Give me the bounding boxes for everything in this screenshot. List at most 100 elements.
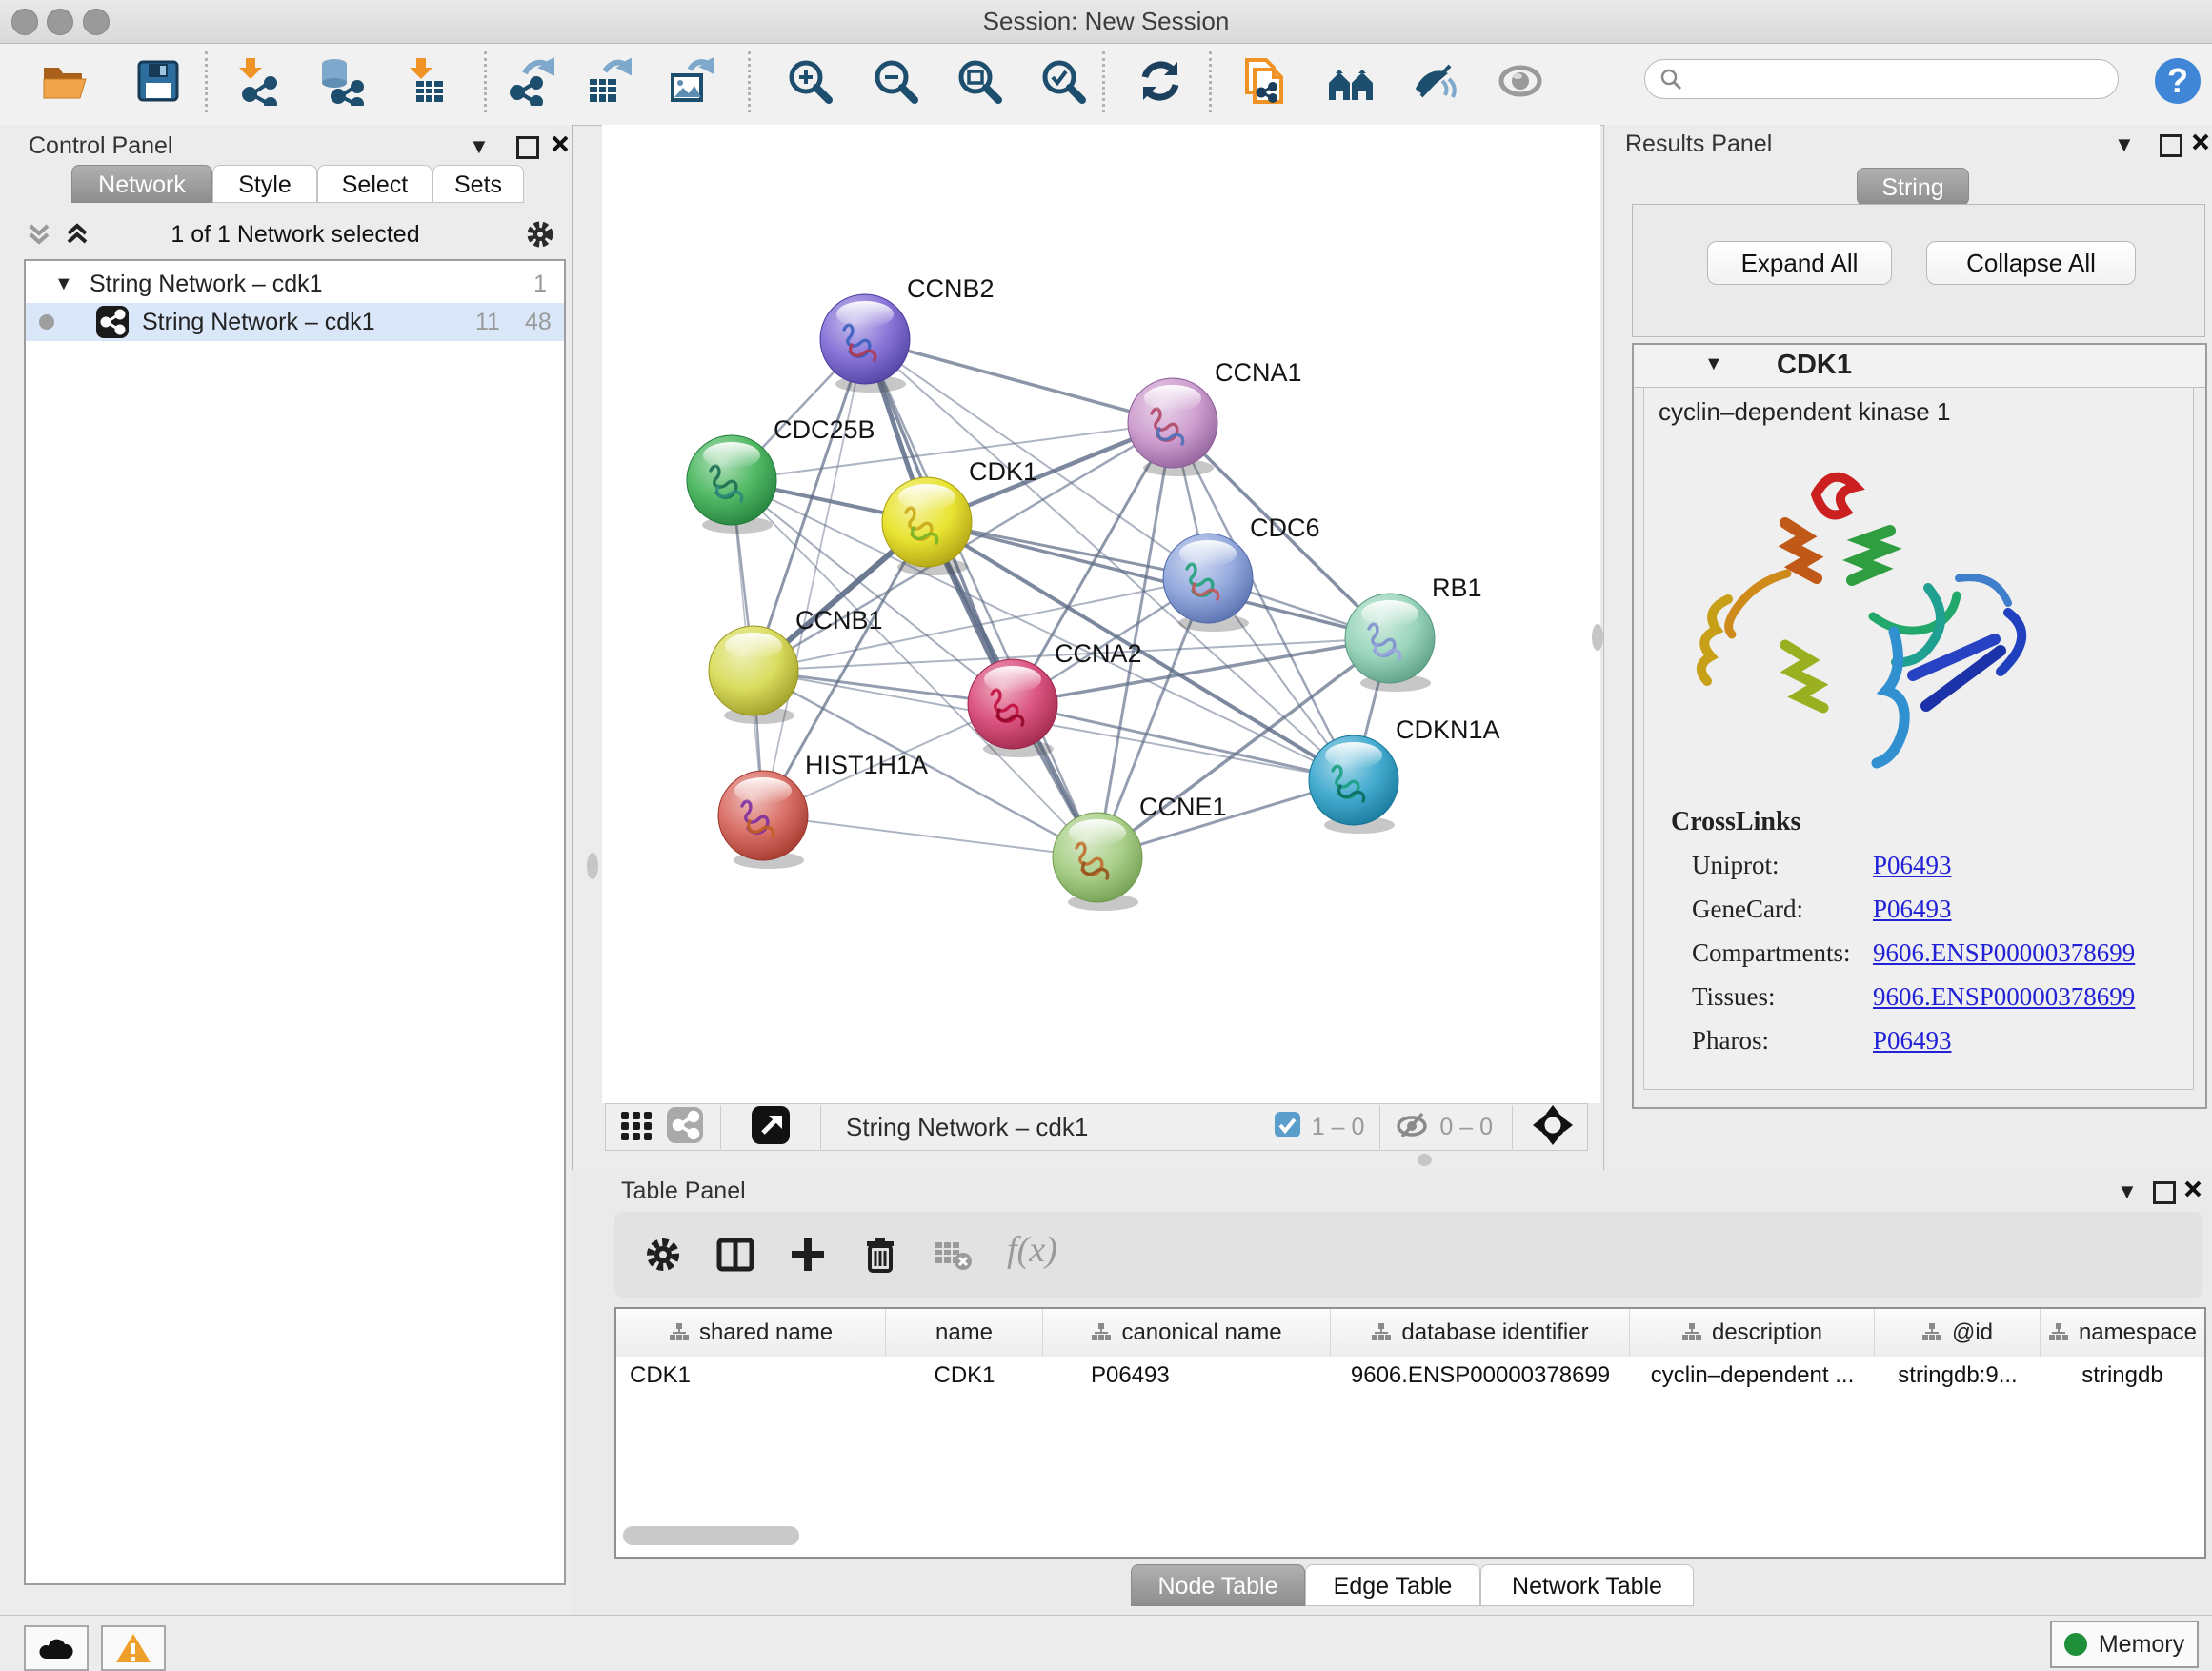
export-table-icon[interactable] — [580, 50, 633, 112]
expand-all-button[interactable]: Expand All — [1707, 241, 1892, 285]
open-in-window-icon[interactable] — [752, 1106, 790, 1149]
table-cell[interactable]: CDK1 — [886, 1357, 1043, 1395]
import-table-icon[interactable] — [399, 50, 452, 112]
expand-all-networks-icon[interactable] — [65, 220, 90, 253]
help-icon[interactable]: ? — [2151, 50, 2204, 112]
search-field[interactable] — [1683, 65, 2087, 93]
network-graph[interactable]: CCNB2CCNA1CDC25BCDK1CDC6RB1CCNB1CCNA2CDK… — [602, 125, 1600, 1103]
network-node-rb1[interactable]: RB1 — [1345, 574, 1482, 692]
new-network-from-selection-icon[interactable] — [1237, 50, 1291, 112]
tab-sets[interactable]: Sets — [432, 165, 524, 203]
tab-node-table[interactable]: Node Table — [1131, 1564, 1305, 1606]
edge-count: 48 — [525, 303, 552, 341]
network-view-canvas[interactable]: CCNB2CCNA1CDC25BCDK1CDC6RB1CCNB1CCNA2CDK… — [602, 125, 1600, 1103]
results-panel-close-icon[interactable] — [2191, 132, 2210, 156]
string-style-icon[interactable] — [667, 1107, 703, 1148]
table-cell[interactable]: stringdb — [2041, 1357, 2204, 1395]
open-session-icon[interactable] — [38, 50, 91, 112]
collapse-all-button[interactable]: Collapse All — [1926, 241, 2136, 285]
gene-description: cyclin–dependent kinase 1 — [1659, 397, 1950, 427]
network-node-ccna1[interactable]: CCNA1 — [1128, 358, 1302, 476]
horizontal-splitter-handle[interactable] — [1418, 1154, 1432, 1166]
table-cell[interactable]: cyclin–dependent ... — [1630, 1357, 1875, 1395]
pan-crosshair-icon[interactable] — [1532, 1104, 1574, 1151]
hide-selection-icon[interactable] — [1408, 50, 1461, 112]
tree-expand-icon[interactable]: ▼ — [54, 265, 73, 303]
control-panel-close-icon[interactable] — [551, 134, 570, 158]
table-panel-close-icon[interactable] — [2183, 1179, 2202, 1203]
collapse-all-networks-icon[interactable] — [27, 220, 51, 253]
network-node-ccne1[interactable]: CCNE1 — [1053, 793, 1227, 911]
status-bar: Memory — [0, 1615, 2212, 1671]
tab-network[interactable]: Network — [71, 165, 212, 203]
crosslink-uniprot-link[interactable]: P06493 — [1873, 851, 1952, 880]
column-header-canonical-name[interactable]: canonical name — [1043, 1309, 1331, 1357]
network-options-gear-icon[interactable] — [524, 218, 556, 255]
network-edge[interactable] — [865, 339, 1097, 857]
tab-select[interactable]: Select — [317, 165, 432, 203]
import-network-from-database-icon[interactable] — [313, 50, 367, 112]
memory-button[interactable]: Memory — [2050, 1621, 2199, 1668]
column-header-shared-name[interactable]: shared name — [616, 1309, 886, 1357]
table-cell[interactable]: stringdb:9... — [1875, 1357, 2041, 1395]
network-tree-row-selected[interactable]: String Network – cdk1 11 48 — [26, 303, 564, 341]
zoom-selected-icon[interactable] — [1036, 50, 1090, 112]
results-panel-menu-icon[interactable]: ▼ — [2114, 132, 2135, 157]
network-node-hist1h1a[interactable]: HIST1H1A — [718, 751, 928, 869]
export-network-icon[interactable] — [504, 50, 557, 112]
network-edge[interactable] — [763, 339, 865, 815]
entry-collapse-icon[interactable]: ▼ — [1704, 353, 1723, 375]
warnings-button[interactable] — [101, 1625, 166, 1671]
first-neighbors-icon[interactable] — [1324, 50, 1377, 112]
tab-edge-table[interactable]: Edge Table — [1305, 1564, 1480, 1606]
right-splitter-handle[interactable] — [1592, 624, 1603, 651]
export-image-icon[interactable] — [663, 50, 716, 112]
gene-entry-header[interactable]: ▼ CDK1 — [1634, 345, 2205, 388]
show-columns-icon[interactable] — [715, 1235, 755, 1279]
zoom-out-icon[interactable] — [869, 50, 922, 112]
cloud-status-button[interactable] — [24, 1625, 89, 1671]
delete-column-icon[interactable] — [860, 1235, 900, 1279]
import-network-icon[interactable] — [229, 50, 282, 112]
table-cell[interactable]: CDK1 — [616, 1357, 899, 1395]
crosslink-tissues-link[interactable]: 9606.ENSP00000378699 — [1873, 982, 2135, 1012]
results-panel-float-icon[interactable] — [2160, 134, 2182, 157]
save-session-icon[interactable] — [131, 50, 185, 112]
add-column-icon[interactable] — [788, 1235, 828, 1279]
tab-string[interactable]: String — [1857, 168, 1969, 206]
control-panel-menu-icon[interactable]: ▼ — [469, 134, 490, 159]
crosslink-compartments-link[interactable]: 9606.ENSP00000378699 — [1873, 938, 2135, 968]
delete-table-icon[interactable] — [933, 1238, 973, 1278]
network-node-cdkn1a[interactable]: CDKN1A — [1309, 715, 1500, 834]
selected-checkbox-icon[interactable] — [1275, 1112, 1300, 1142]
crosslink-pharos-link[interactable]: P06493 — [1873, 1026, 1952, 1056]
network-node-ccnb2[interactable]: CCNB2 — [820, 274, 995, 393]
network-edge[interactable] — [763, 815, 1097, 857]
crosslink-genecard-link[interactable]: P06493 — [1873, 895, 1952, 924]
table-cell[interactable]: 9606.ENSP00000378699 — [1331, 1357, 1630, 1395]
tab-style[interactable]: Style — [212, 165, 317, 203]
column-header-name[interactable]: name — [886, 1309, 1043, 1357]
function-builder-icon[interactable]: f(x) — [1007, 1229, 1057, 1271]
refresh-icon[interactable] — [1134, 50, 1187, 112]
network-tree-root-row[interactable]: ▼ String Network – cdk1 1 — [26, 265, 564, 303]
column-header-namespace[interactable]: namespace — [2041, 1309, 2204, 1357]
table-panel-float-icon[interactable] — [2153, 1181, 2176, 1204]
table-panel-menu-icon[interactable]: ▼ — [2117, 1179, 2138, 1204]
tab-network-table[interactable]: Network Table — [1480, 1564, 1694, 1606]
network-edge[interactable] — [1013, 704, 1354, 780]
column-header-database-identifier[interactable]: database identifier — [1331, 1309, 1630, 1357]
control-panel-float-icon[interactable] — [516, 136, 539, 159]
birdseye-grid-icon[interactable] — [619, 1108, 654, 1147]
left-splitter-handle[interactable] — [587, 853, 598, 879]
hidden-eye-icon[interactable] — [1396, 1111, 1428, 1144]
table-settings-gear-icon[interactable] — [643, 1235, 683, 1279]
zoom-in-icon[interactable] — [783, 50, 836, 112]
table-horizontal-scrollbar[interactable] — [623, 1526, 799, 1545]
table-cell[interactable]: P06493 — [1043, 1357, 1378, 1395]
show-all-icon[interactable] — [1494, 50, 1547, 112]
search-input[interactable] — [1644, 59, 2119, 99]
column-header-description[interactable]: description — [1630, 1309, 1875, 1357]
column-header-id[interactable]: @id — [1875, 1309, 2041, 1357]
zoom-fit-icon[interactable] — [953, 50, 1006, 112]
